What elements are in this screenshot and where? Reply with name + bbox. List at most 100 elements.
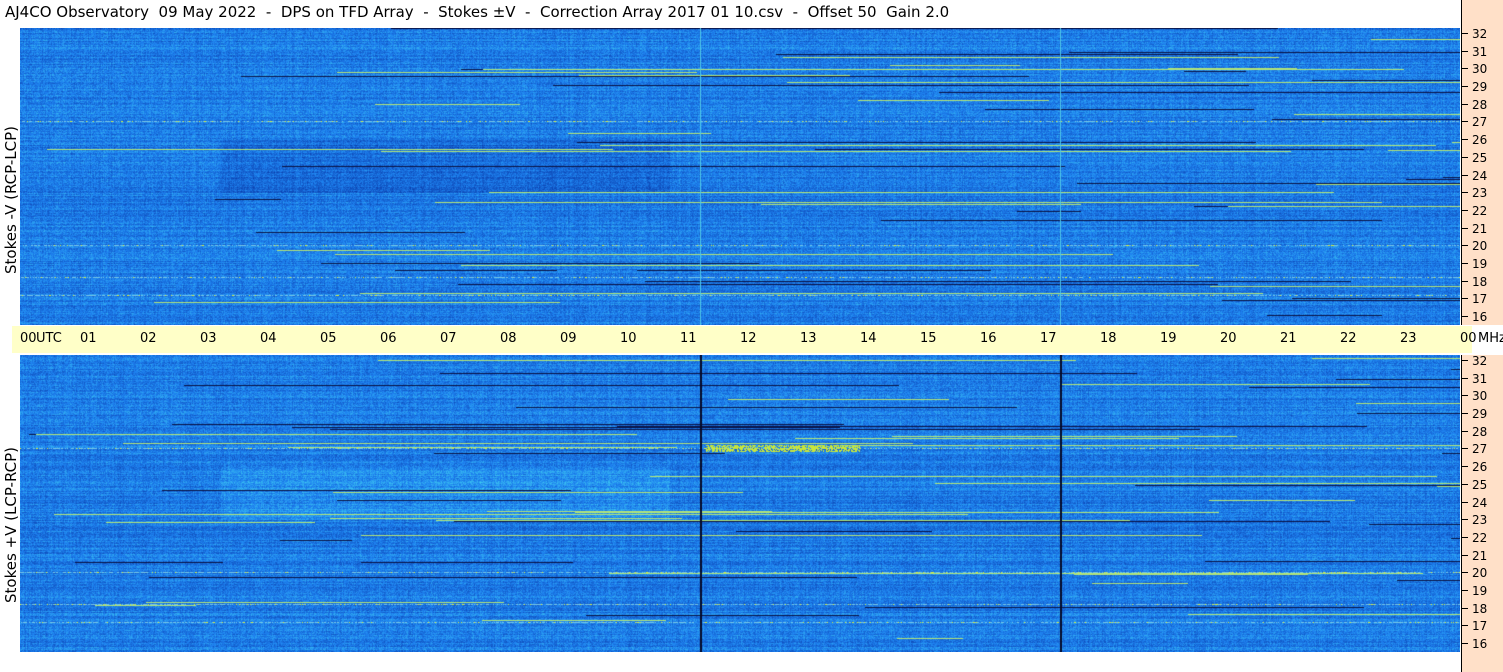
freq-axis-bottom: 32 31 30 29 28 27 26 25 24 23 22 21 20 19 18 17 16 bbox=[1461, 355, 1503, 652]
freq-tick-label: 18 bbox=[1472, 274, 1488, 289]
freq-tick-label: 20 bbox=[1472, 239, 1488, 254]
ylabel-bottom: Stokes +V (LCP-RCP) bbox=[2, 447, 20, 603]
ylabel-top: Stokes -V (RCP-LCP) bbox=[2, 126, 20, 274]
time-tick-label: 07 bbox=[440, 331, 457, 346]
time-tick-label: UTC bbox=[36, 331, 62, 346]
freq-tick bbox=[1462, 589, 1468, 591]
freq-tick-label: 26 bbox=[1472, 460, 1488, 475]
freq-tick-label: 30 bbox=[1472, 389, 1488, 404]
freq-tick-label: 16 bbox=[1472, 637, 1488, 651]
freq-tick-label: 20 bbox=[1472, 566, 1488, 581]
time-tick-label: 17 bbox=[1040, 331, 1057, 346]
freq-tick-label: 32 bbox=[1472, 27, 1488, 41]
freq-tick-label: 29 bbox=[1472, 407, 1488, 422]
freq-tick-label: 19 bbox=[1472, 256, 1488, 271]
time-tick-label: 20 bbox=[1220, 331, 1237, 346]
freq-tick-label: 31 bbox=[1472, 44, 1488, 59]
time-tick-label: 22 bbox=[1340, 331, 1357, 346]
freq-tick-label: 21 bbox=[1472, 221, 1488, 236]
freq-tick bbox=[1462, 121, 1468, 123]
freq-tick bbox=[1462, 360, 1468, 361]
freq-tick bbox=[1462, 607, 1468, 609]
freq-tick bbox=[1462, 643, 1468, 644]
freq-tick bbox=[1462, 192, 1468, 194]
time-tick-label: 02 bbox=[140, 331, 157, 346]
spectrogram-bottom-canvas bbox=[20, 355, 1460, 652]
freq-tick-label: 18 bbox=[1472, 601, 1488, 616]
spectrogram-top bbox=[20, 28, 1460, 325]
freq-tick bbox=[1462, 86, 1468, 88]
freq-tick bbox=[1462, 262, 1468, 264]
time-tick-label: 08 bbox=[500, 331, 517, 346]
time-tick-label: 11 bbox=[680, 331, 697, 346]
time-tick-label: 05 bbox=[320, 331, 337, 346]
freq-tick bbox=[1462, 316, 1468, 317]
freq-tick bbox=[1462, 298, 1468, 300]
freq-tick bbox=[1462, 501, 1468, 503]
freq-tick bbox=[1462, 245, 1468, 247]
freq-tick-label: 24 bbox=[1472, 495, 1488, 510]
time-tick-label: 23 bbox=[1400, 331, 1417, 346]
time-tick-label: MHz bbox=[1478, 331, 1503, 346]
time-tick-label: 14 bbox=[860, 331, 877, 346]
corner-block-bottom bbox=[1461, 652, 1503, 672]
freq-tick bbox=[1462, 625, 1468, 627]
freq-tick bbox=[1462, 156, 1468, 158]
freq-tick bbox=[1462, 448, 1468, 450]
freq-tick-label: 23 bbox=[1472, 186, 1488, 201]
freq-tick-label: 28 bbox=[1472, 424, 1488, 439]
freq-tick bbox=[1462, 33, 1468, 34]
freq-tick bbox=[1462, 209, 1468, 211]
time-tick-label: 13 bbox=[800, 331, 817, 346]
time-tick-label: 12 bbox=[740, 331, 757, 346]
freq-axis-top: 32 31 30 29 28 27 26 25 24 23 22 21 20 19 18 17 16 bbox=[1461, 28, 1503, 325]
time-tick-label: 01 bbox=[80, 331, 97, 346]
freq-tick bbox=[1462, 519, 1468, 521]
freq-tick bbox=[1462, 174, 1468, 176]
corner-block bbox=[1461, 0, 1503, 28]
freq-tick-label: 30 bbox=[1472, 62, 1488, 77]
freq-tick bbox=[1462, 227, 1468, 229]
freq-tick-label: 31 bbox=[1472, 371, 1488, 386]
time-tick-label: 09 bbox=[560, 331, 577, 346]
freq-tick-label: 16 bbox=[1472, 310, 1488, 324]
freq-tick-label: 25 bbox=[1472, 477, 1488, 492]
spectrogram-bottom bbox=[20, 355, 1460, 652]
freq-tick-label: 22 bbox=[1472, 203, 1488, 218]
time-tick-label: 03 bbox=[200, 331, 217, 346]
time-tick-label: 19 bbox=[1160, 331, 1177, 346]
freq-tick-label: 22 bbox=[1472, 530, 1488, 545]
freq-tick-label: 27 bbox=[1472, 442, 1488, 457]
freq-tick bbox=[1462, 430, 1468, 432]
freq-tick bbox=[1462, 280, 1468, 282]
freq-tick bbox=[1462, 50, 1468, 52]
time-tick-label: 15 bbox=[920, 331, 937, 346]
time-tick-label: 16 bbox=[980, 331, 997, 346]
chart-title: AJ4CO Observatory 09 May 2022 - DPS on T… bbox=[5, 3, 950, 21]
freq-tick-label: 23 bbox=[1472, 513, 1488, 528]
freq-tick bbox=[1462, 377, 1468, 379]
time-tick-label: 00 bbox=[20, 331, 37, 346]
freq-tick bbox=[1462, 466, 1468, 468]
freq-tick-label: 24 bbox=[1472, 168, 1488, 183]
time-tick-label: 06 bbox=[380, 331, 397, 346]
spectrogram-top-canvas bbox=[20, 28, 1460, 325]
freq-tick-label: 29 bbox=[1472, 80, 1488, 95]
freq-tick bbox=[1462, 413, 1468, 415]
freq-tick-label: 26 bbox=[1472, 133, 1488, 148]
time-tick-label: 04 bbox=[260, 331, 277, 346]
freq-tick bbox=[1462, 483, 1468, 485]
freq-tick-label: 25 bbox=[1472, 150, 1488, 165]
freq-tick bbox=[1462, 139, 1468, 141]
freq-tick-label: 28 bbox=[1472, 97, 1488, 112]
freq-tick-label: 27 bbox=[1472, 115, 1488, 130]
time-tick-label: 10 bbox=[620, 331, 637, 346]
freq-tick-label: 17 bbox=[1472, 619, 1488, 634]
freq-tick bbox=[1462, 536, 1468, 538]
time-tick-label: 00 bbox=[1460, 331, 1477, 346]
time-tick-label: 21 bbox=[1280, 331, 1297, 346]
freq-tick-label: 32 bbox=[1472, 354, 1488, 368]
freq-tick bbox=[1462, 554, 1468, 556]
freq-tick bbox=[1462, 68, 1468, 70]
freq-tick-label: 19 bbox=[1472, 583, 1488, 598]
